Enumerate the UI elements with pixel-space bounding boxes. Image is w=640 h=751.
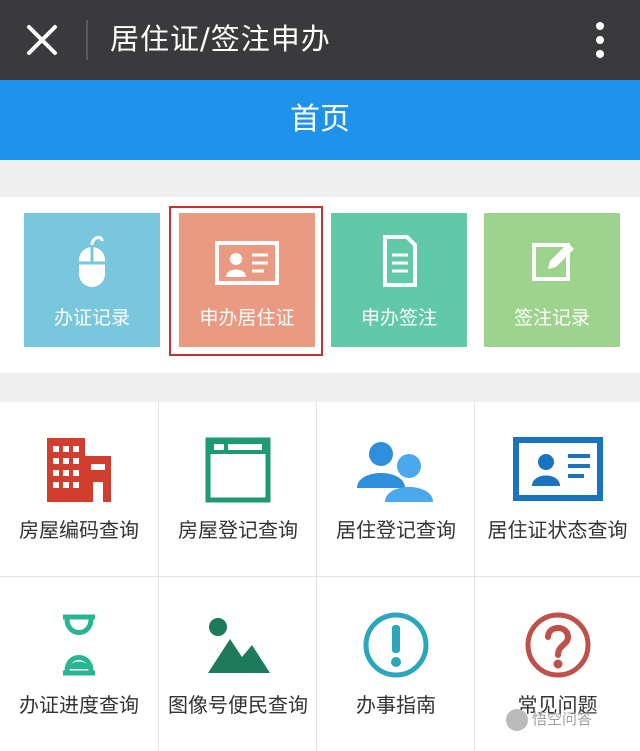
mouse-icon: [79, 236, 105, 287]
grid-item-label: 房屋编码查询: [19, 518, 139, 542]
document-icon: [383, 235, 417, 287]
watermark: 悟空问答: [506, 708, 592, 731]
grid-item-progress-query[interactable]: 办证进度查询: [0, 577, 158, 751]
id-card-icon: [215, 241, 279, 285]
grid-item-service-guide[interactable]: 办事指南: [317, 577, 475, 751]
grid-item-label: 居住证状态查询: [487, 518, 628, 542]
close-icon: [27, 25, 57, 55]
tile-label: 签注记录: [513, 307, 590, 329]
tile-label: 申办签注: [360, 307, 437, 329]
grid-item-label: 办证进度查询: [19, 693, 139, 717]
app-title-bar: 居住证/签注申办: [0, 0, 640, 80]
window-title: 居住证/签注申办: [110, 22, 331, 56]
grid-item-residence-permit-status-query[interactable]: 居住证状态查询: [475, 402, 640, 576]
grid-item-label: 办事指南: [356, 693, 436, 717]
tile-label: 申办居住证: [199, 307, 295, 329]
edit-icon: [532, 243, 574, 281]
grid-item-label: 房屋登记查询: [178, 518, 298, 542]
nav-bar: 首页: [0, 80, 640, 160]
users-icon: [357, 442, 433, 502]
building-icon: [47, 438, 111, 502]
grid-item-residence-registration-query[interactable]: 居住登记查询: [317, 402, 475, 576]
exclamation-icon: [363, 612, 429, 678]
tile-application-records[interactable]: 办证记录: [24, 213, 160, 347]
window-icon: [205, 437, 271, 503]
quick-actions-panel: 办证记录 申办居住证 申办签注 签注记录: [0, 197, 640, 373]
close-button[interactable]: [20, 18, 64, 62]
watermark-logo-icon: [506, 708, 528, 731]
query-grid: 房屋编码查询 房屋登记查询 居住登记查询 居住证状态查询 办证进度查询 图像号便…: [0, 402, 640, 751]
page-title[interactable]: 首页: [0, 80, 640, 160]
grid-item-label: 居住登记查询: [336, 518, 456, 542]
grid-item-house-code-query[interactable]: 房屋编码查询: [0, 402, 158, 576]
tile-apply-residence-permit[interactable]: 申办居住证: [179, 213, 315, 347]
watermark-text: 悟空问答: [532, 710, 593, 728]
tile-apply-endorsement[interactable]: 申办签注: [331, 213, 467, 347]
more-vertical-icon: [596, 22, 604, 58]
grid-item-house-registration-query[interactable]: 房屋登记查询: [159, 402, 317, 576]
hourglass-icon: [63, 614, 95, 676]
title-divider: [86, 20, 88, 60]
more-button[interactable]: [580, 16, 620, 64]
id-card-icon: [512, 437, 603, 501]
question-icon: [525, 612, 590, 678]
grid-item-label: 图像号便民查询: [168, 693, 308, 717]
tile-label: 办证记录: [53, 307, 130, 329]
grid-item-image-number-query[interactable]: 图像号便民查询: [159, 577, 317, 751]
tile-endorsement-records[interactable]: 签注记录: [484, 213, 620, 347]
image-icon: [208, 618, 270, 673]
